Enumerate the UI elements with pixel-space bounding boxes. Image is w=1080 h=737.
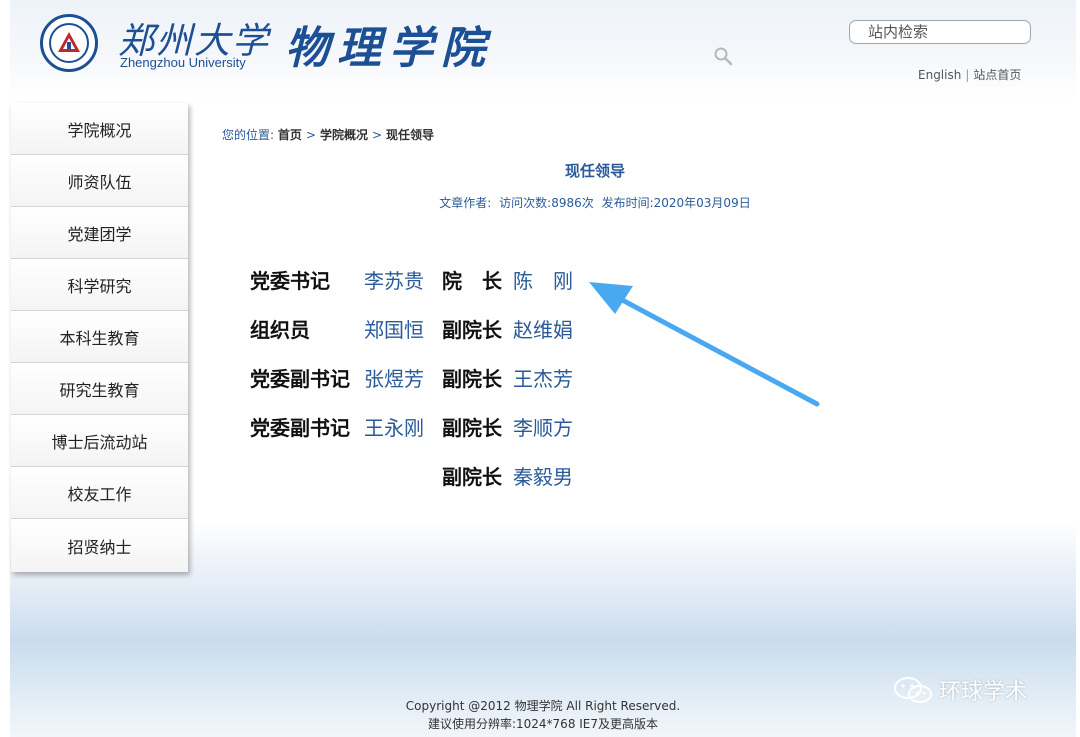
article-meta: 文章作者: 访问次数:8986次 发布时间:2020年03月09日 (390, 194, 800, 211)
meta-visits: 访问次数:8986次 (499, 196, 594, 210)
leader-role: 副院长 (442, 318, 502, 342)
sidebar-item-research[interactable]: 科学研究 (11, 259, 188, 311)
breadcrumb-separator: > (305, 128, 316, 142)
search-input[interactable]: 站内检索 (849, 20, 1031, 44)
watermark: 环球学术 (893, 674, 1027, 706)
leader-name: 郑国恒 (364, 318, 424, 342)
sidebar-item-alumni[interactable]: 校友工作 (11, 467, 188, 519)
annotation-arrow-icon (589, 282, 820, 407)
leader-name: 李苏贵 (364, 269, 424, 293)
university-logo[interactable] (40, 14, 98, 72)
top-links: English | 站点首页 (918, 66, 1021, 83)
link-separator: | (965, 68, 970, 82)
leader-role: 党委书记 (250, 269, 330, 293)
sidebar-item-faculty[interactable]: 师资队伍 (11, 155, 188, 207)
watermark-text: 环球学术 (939, 680, 1028, 705)
leader-name: 王永刚 (364, 416, 424, 440)
breadcrumb-item-current: 现任领导 (386, 128, 435, 142)
sidebar-item-undergrad[interactable]: 本科生教育 (11, 311, 188, 363)
leader-role: 副院长 (442, 416, 502, 440)
meta-author: 文章作者: (439, 196, 492, 210)
page-title: 现任领导 (564, 162, 625, 180)
site-home-link[interactable]: 站点首页 (973, 68, 1021, 82)
university-name-en: Zhengzhou University (120, 55, 246, 70)
breadcrumb-item-about[interactable]: 学院概况 (320, 128, 368, 142)
leader-name: 秦毅男 (513, 465, 573, 489)
sidebar-item-postdoc[interactable]: 博士后流动站 (11, 415, 188, 467)
footer-resolution: 建议使用分辨率:1024*768 IE7及更高版本 (427, 717, 659, 731)
search-icon[interactable] (712, 45, 734, 67)
sidebar-item-recruit[interactable]: 招贤纳士 (11, 519, 188, 572)
leader-role: 副院长 (442, 367, 502, 391)
sidebar-item-about[interactable]: 学院概况 (11, 103, 188, 155)
leader-role: 组织员 (250, 318, 310, 342)
breadcrumb-separator: > (371, 128, 383, 142)
sidebar-nav: 学院概况 师资队伍 党建团学 科学研究 本科生教育 研究生教育 博士后流动站 校… (11, 103, 188, 572)
breadcrumb-prefix: 您的位置: (222, 128, 275, 142)
breadcrumb-item-home[interactable]: 首页 (278, 128, 302, 142)
leader-name: 王杰芳 (513, 367, 573, 391)
leader-name: 李顺方 (513, 416, 573, 440)
leader-role: 副院长 (442, 465, 502, 489)
college-name: 物理学院 (285, 23, 493, 74)
leader-name: 陈 刚 (513, 269, 573, 293)
sidebar-item-party[interactable]: 党建团学 (11, 207, 188, 259)
wechat-icon (894, 677, 932, 703)
meta-published: 发布时间:2020年03月09日 (601, 196, 751, 210)
logo-inner-ring (49, 23, 89, 63)
english-link[interactable]: English (918, 68, 961, 82)
leader-name: 赵维娟 (513, 318, 573, 342)
leader-role: 院 长 (442, 269, 502, 293)
sidebar-item-graduate[interactable]: 研究生教育 (11, 363, 188, 415)
leader-role: 党委副书记 (250, 367, 350, 391)
breadcrumb: 您的位置: 首页 > 学院概况 > 现任领导 (222, 126, 434, 143)
leader-role: 党委副书记 (250, 416, 350, 440)
leader-name: 张煜芳 (364, 367, 424, 391)
logo-emblem-icon (58, 32, 80, 52)
